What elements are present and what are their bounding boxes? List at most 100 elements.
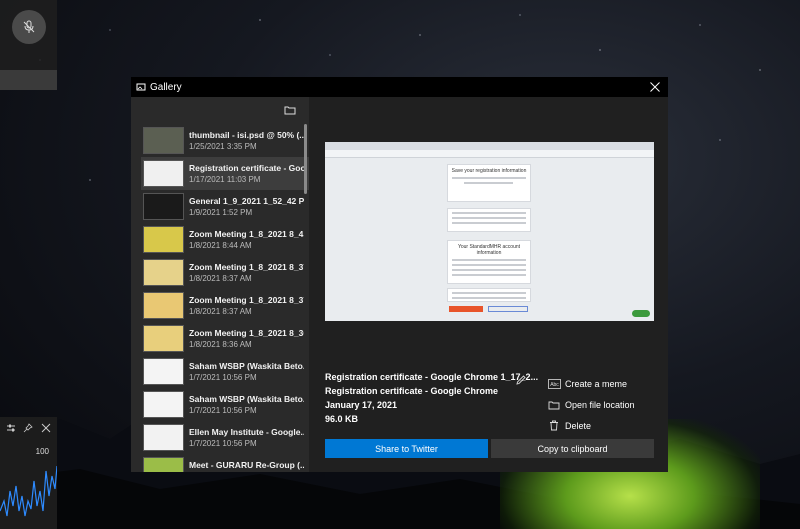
performance-max-value: 100: [35, 447, 49, 456]
preview-outline-button: [488, 306, 528, 312]
preview-card-fields: [447, 208, 531, 232]
close-icon: [650, 82, 660, 92]
capture-thumbnail: [143, 391, 184, 418]
capture-date: January 17, 2021: [325, 400, 398, 410]
performance-graph: [0, 465, 57, 517]
capture-item-meta: Saham WSBP (Waskita Beto... 1/7/2021 10:5…: [189, 361, 304, 382]
capture-item-date: 1/25/2021 3:35 PM: [189, 142, 257, 151]
open-file-location-action[interactable]: Open file location: [547, 394, 657, 415]
capture-item-name: Meet - GURARU Re-Group (...: [189, 460, 304, 470]
capture-item-date: 1/7/2021 10:56 PM: [189, 406, 257, 415]
capture-item-meta: Zoom Meeting 1_8_2021 8_36... 1/8/2021 8:…: [189, 328, 304, 349]
capture-list-item[interactable]: Meet - GURARU Re-Group (...1/5/2021 11:3…: [141, 454, 309, 472]
performance-widget: 100: [0, 417, 57, 529]
capture-item-name: Registration certificate - Goo...: [189, 163, 304, 173]
meme-icon: Abc: [547, 378, 561, 390]
gallery-icon: [136, 83, 146, 91]
mic-widget-footer: [0, 70, 57, 90]
capture-item-date: 1/7/2021 10:56 PM: [189, 373, 257, 382]
capture-item-date: 1/8/2021 8:37 AM: [189, 307, 252, 316]
capture-list-item[interactable]: Zoom Meeting 1_8_2021 8_4... 1/8/2021 8:4…: [141, 223, 309, 256]
capture-list-item[interactable]: thumbnail - isi.psd @ 50% (... 1/25/2021 …: [141, 124, 309, 157]
gallery-titlebar: Gallery: [131, 77, 668, 97]
performance-toolbar: [0, 417, 57, 439]
capture-details: Registration certificate - Google Chrome…: [325, 372, 539, 427]
open-file-location-label: Open file location: [565, 399, 635, 410]
capture-list-item[interactable]: Zoom Meeting 1_8_2021 8_36... 1/8/2021 8:…: [141, 322, 309, 355]
pencil-icon: [516, 375, 526, 385]
capture-list-item[interactable]: Saham WSBP (Waskita Beto... 1/7/2021 10:5…: [141, 388, 309, 421]
preview-heading: Save your registration information: [451, 168, 527, 174]
folder-icon: [547, 399, 561, 411]
delete-label: Delete: [565, 420, 592, 431]
capture-list-item[interactable]: Saham WSBP (Waskita Beto... 1/7/2021 10:5…: [141, 355, 309, 388]
capture-thumbnail: [143, 193, 184, 220]
capture-list-item[interactable]: Registration certificate - Goo... 1/17/20…: [141, 157, 309, 190]
share-to-twitter-button[interactable]: Share to Twitter: [325, 439, 488, 458]
capture-thumbnail: [143, 160, 184, 187]
preview-subheading: Your StandardMHR account information: [457, 244, 521, 256]
capture-item-name: General 1_9_2021 1_52_42 PM: [189, 196, 304, 206]
capture-item-name: Zoom Meeting 1_8_2021 8_4...: [189, 229, 304, 239]
trash-icon: [547, 420, 561, 432]
capture-item-meta: Meet - GURARU Re-Group (...1/5/2021 11:3…: [189, 460, 304, 472]
capture-list-item[interactable]: Zoom Meeting 1_8_2021 8_37... 1/8/2021 8:…: [141, 289, 309, 322]
capture-thumbnail: [143, 127, 184, 154]
capture-item-meta: Zoom Meeting 1_8_2021 8_37... 1/8/2021 8:…: [189, 295, 304, 316]
capture-item-date: 1/7/2021 10:56 PM: [189, 439, 257, 448]
capture-thumbnail: [143, 457, 184, 472]
create-meme-label: Create a meme: [565, 378, 628, 389]
capture-thumbnail: [143, 259, 184, 286]
capture-thumbnail: [143, 292, 184, 319]
capture-item-date: 1/8/2021 8:44 AM: [189, 241, 252, 250]
capture-app-name: Registration certificate - Google Chrome: [325, 386, 499, 396]
capture-item-meta: Ellen May Institute - Google... 1/7/2021 …: [189, 427, 304, 448]
capture-actions: Abc Create a meme Open file location Del…: [547, 373, 657, 436]
capture-list: thumbnail - isi.psd @ 50% (... 1/25/2021 …: [141, 124, 309, 472]
rename-button[interactable]: [515, 373, 527, 385]
delete-action[interactable]: Delete: [547, 415, 657, 436]
capture-item-meta: thumbnail - isi.psd @ 50% (... 1/25/2021 …: [189, 130, 304, 151]
capture-thumbnail: [143, 424, 184, 451]
preview-chat-badge: [632, 310, 650, 317]
preview-browser-tabs: [325, 142, 654, 150]
gallery-title: Gallery: [150, 81, 182, 93]
settings-sliders-icon[interactable]: [6, 423, 16, 433]
preview-card-top: Save your registration information: [447, 164, 531, 202]
capture-list-item[interactable]: General 1_9_2021 1_52_42 PM 1/9/2021 1:52…: [141, 190, 309, 223]
capture-item-name: Ellen May Institute - Google...: [189, 427, 304, 437]
capture-thumbnail: [143, 325, 184, 352]
preview-card-account: Your StandardMHR account information: [447, 240, 531, 284]
pin-icon[interactable]: [23, 423, 34, 433]
gallery-window: Gallery thumbnail - isi.psd @ 50% (... 1/…: [131, 77, 668, 472]
capture-filename: Registration certificate - Google Chrome…: [325, 372, 539, 382]
capture-item-date: 1/8/2021 8:36 AM: [189, 340, 252, 349]
folder-icon: [284, 106, 296, 115]
capture-list-panel: thumbnail - isi.psd @ 50% (... 1/25/2021 …: [131, 97, 309, 472]
capture-item-meta: Saham WSBP (Waskita Beto... 1/7/2021 10:5…: [189, 394, 304, 415]
preview-orange-button: [449, 306, 483, 312]
create-meme-action[interactable]: Abc Create a meme: [547, 373, 657, 394]
capture-item-meta: Registration certificate - Goo... 1/17/20…: [189, 163, 304, 184]
capture-list-item[interactable]: Zoom Meeting 1_8_2021 8_37... 1/8/2021 8:…: [141, 256, 309, 289]
capture-thumbnail: [143, 358, 184, 385]
capture-list-item[interactable]: Ellen May Institute - Google... 1/7/2021 …: [141, 421, 309, 454]
open-folder-button[interactable]: [281, 102, 299, 118]
capture-list-scrollbar[interactable]: [304, 124, 307, 194]
capture-item-date: 1/8/2021 8:37 AM: [189, 274, 252, 283]
capture-size: 96.0 KB: [325, 414, 359, 424]
preview-browser-toolbar: [325, 150, 654, 158]
capture-item-name: Saham WSBP (Waskita Beto...: [189, 361, 304, 371]
preview-card-bottom: [447, 288, 531, 302]
close-icon[interactable]: [41, 423, 51, 433]
capture-item-meta: General 1_9_2021 1_52_42 PM 1/9/2021 1:52…: [189, 196, 304, 217]
capture-item-date: 1/9/2021 1:52 PM: [189, 208, 253, 217]
capture-preview[interactable]: Save your registration information Your …: [325, 142, 654, 321]
capture-item-name: Zoom Meeting 1_8_2021 8_37...: [189, 262, 304, 272]
capture-item-name: Saham WSBP (Waskita Beto...: [189, 394, 304, 404]
close-button[interactable]: [648, 80, 662, 94]
copy-to-clipboard-button[interactable]: Copy to clipboard: [491, 439, 654, 458]
capture-item-name: thumbnail - isi.psd @ 50% (...: [189, 130, 304, 140]
capture-item-meta: Zoom Meeting 1_8_2021 8_37... 1/8/2021 8:…: [189, 262, 304, 283]
mic-mute-button[interactable]: [12, 10, 46, 44]
